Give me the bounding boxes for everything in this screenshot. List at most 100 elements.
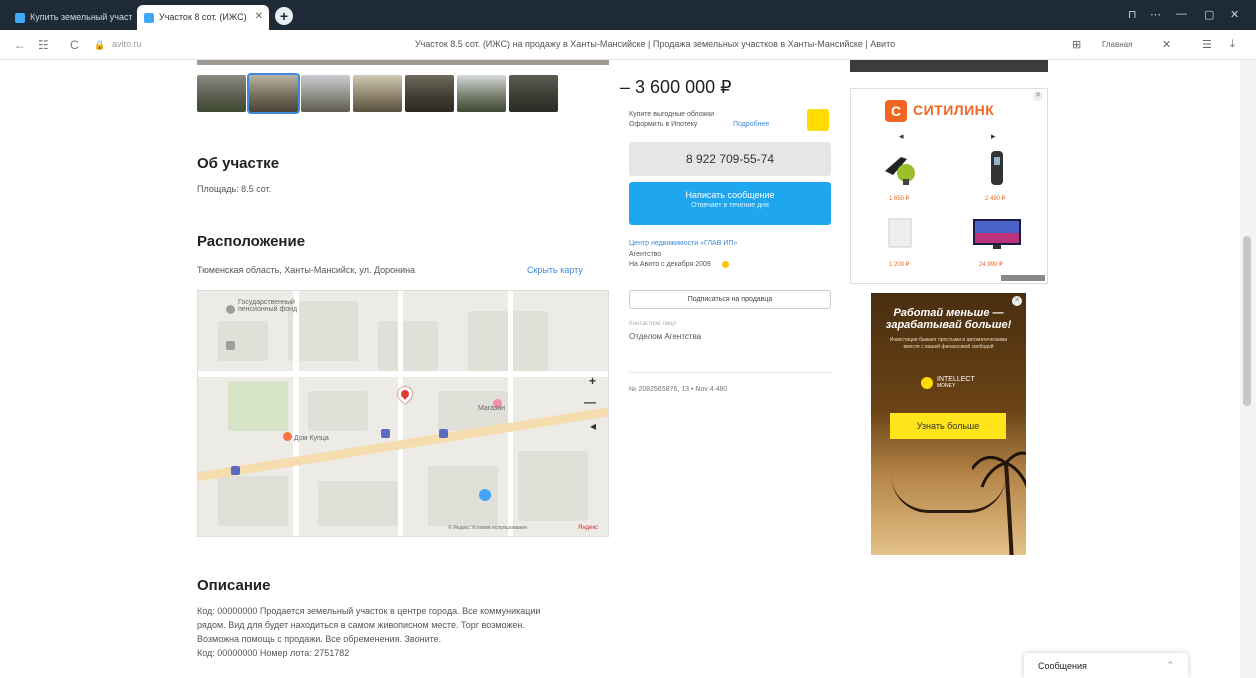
poi-icon — [226, 341, 235, 350]
brand-logo-icon — [921, 377, 933, 389]
listing-views: № 2082565876, 13 • Nov 4 480 — [629, 386, 728, 393]
pin-icon[interactable]: ⊓ — [1128, 8, 1137, 21]
address: Тюменская область, Ханты-Мансийск, ул. Д… — [197, 265, 416, 275]
product-price: 1 200 ₽ — [889, 262, 910, 268]
url-domain[interactable]: avito.ru — [112, 39, 142, 49]
seller-note: Оформить в Ипотеку — [629, 121, 698, 128]
about-title: Об участке — [197, 155, 280, 172]
messages-widget[interactable]: Сообщения ⌃ — [1024, 653, 1188, 678]
lock-icon: 🔒 — [94, 40, 106, 50]
intellect-money-ad[interactable]: ✕ Работай меньше — зарабатывай больше! И… — [871, 293, 1026, 555]
ad-body: Инвестиции бывают простыми и автоматичес… — [889, 337, 1008, 350]
geolocate-icon[interactable]: ◂ — [590, 419, 596, 433]
gallery-thumbnail[interactable] — [457, 75, 506, 112]
product-price: 24 990 ₽ — [979, 262, 1003, 268]
citilink-ad[interactable]: ✕ C СИТИЛИНК ◂ ▸ 1 650 ₽ 2 490 ₽ 1 200 ₽… — [850, 88, 1048, 284]
menu-icon[interactable]: ⋯ — [1150, 8, 1161, 21]
ad-headline-1: Работай меньше — — [893, 307, 1004, 319]
seller-type: Агентство — [629, 251, 662, 258]
gallery-image[interactable] — [197, 60, 609, 65]
messages-label: Сообщения — [1038, 661, 1087, 671]
product-price: 2 490 ₽ — [985, 196, 1006, 202]
subscribe-button[interactable]: Подписаться на продавца — [629, 290, 831, 309]
ad-brand: INTELLECT MONEY — [921, 375, 981, 393]
close-window-icon[interactable]: ✕ — [1230, 8, 1239, 21]
home-link[interactable]: Главная — [1102, 40, 1132, 49]
product-image[interactable] — [977, 149, 1017, 187]
poi-icon — [283, 432, 292, 441]
zoom-in-icon[interactable]: + — [589, 374, 596, 388]
tab-label: Участок 8 сот. (ИЖС) — [159, 12, 247, 22]
brand-name: INTELLECT MONEY — [937, 376, 975, 389]
map-label: Государственный пенсионный фонд — [238, 299, 298, 313]
map-label: Дом Купца — [294, 435, 329, 442]
citilink-brand: СИТИЛИНК — [913, 102, 995, 118]
write-message-button[interactable]: Написать сообщение Отвечает в течение дн… — [629, 182, 831, 225]
description-line: Код: 00000000 Номер лота: 2751782 — [197, 648, 350, 658]
address-bar: ← ☷ C 🔒 avito.ru Участок 8.5 сот. (ИЖС) … — [0, 30, 1256, 60]
page-content: Об участке Площадь: 8.5 сот. Расположени… — [0, 60, 1256, 678]
seller-since: На Авито с декабря 2009 — [629, 261, 711, 268]
map-brand[interactable]: Яндекс — [578, 525, 598, 531]
area-label: Площадь: 8.5 сот. — [197, 184, 272, 194]
download-icon[interactable]: ⤓ — [1230, 38, 1235, 51]
gallery-thumbnail[interactable] — [405, 75, 454, 112]
poi-icon — [479, 489, 491, 501]
ad-banner-top[interactable] — [850, 60, 1048, 72]
map-label: Магазин — [478, 405, 506, 412]
bus-stop-icon — [381, 429, 390, 438]
citilink-logo: C СИТИЛИНК — [885, 97, 1021, 123]
message-button-label: Написать сообщение — [685, 190, 775, 200]
browser-tab-active[interactable]: Участок 8 сот. (ИЖС) ✕ — [137, 5, 269, 30]
hamburger-icon[interactable]: ☰ — [1202, 38, 1212, 51]
extensions-icon[interactable]: ⊞ — [1072, 38, 1081, 51]
bus-stop-icon — [439, 429, 448, 438]
location-map[interactable]: Государственный пенсионный фонд Дом Купц… — [197, 290, 609, 537]
seller-link[interactable]: Центр недвижимости «ГЛАВ ИП» — [629, 240, 737, 247]
ad-cta-button[interactable]: Узнать больше — [890, 413, 1006, 439]
brand-name-sub: MONEY — [937, 383, 956, 389]
page-title: Участок 8.5 сот. (ИЖС) на продажу в Хант… — [414, 39, 896, 49]
contact-name: Отделом Агентства — [629, 332, 702, 341]
scrollbar-thumb[interactable] — [1243, 236, 1251, 406]
divider — [629, 372, 831, 373]
contact-label: Контактное лицо — [629, 321, 676, 327]
product-image[interactable] — [879, 149, 919, 187]
tab-label: Купить земельный участок — [30, 12, 132, 22]
tab-close-icon[interactable]: ✕ — [255, 11, 263, 22]
browser-tab[interactable]: Купить земельный участок — [8, 5, 132, 30]
new-tab-button[interactable]: + — [275, 7, 293, 25]
gallery-thumbnail[interactable] — [509, 75, 558, 112]
ad-close-icon[interactable]: ✕ — [1012, 296, 1022, 306]
toggle-map-link[interactable]: Скрыть карту — [527, 265, 583, 275]
maximize-icon[interactable]: ▢ — [1204, 8, 1214, 21]
location-title: Расположение — [197, 233, 306, 250]
zoom-out-icon[interactable]: — — [584, 395, 596, 409]
show-phone-button[interactable]: 8 922 709-55-74 — [629, 142, 831, 176]
gallery-thumbnail[interactable] — [247, 73, 300, 114]
tab-favicon-icon — [144, 13, 154, 23]
price-prefix: – — [620, 77, 631, 97]
gallery-thumbnail[interactable] — [353, 75, 402, 112]
gallery-thumbnail[interactable] — [197, 75, 246, 112]
browser-tabbar: Купить земельный участок Участок 8 сот. … — [0, 0, 1256, 30]
back-icon[interactable]: ← — [14, 38, 26, 52]
product-image[interactable] — [879, 215, 919, 253]
gallery-thumbnail[interactable] — [301, 75, 350, 112]
seller-note: Купите выгодные обложки — [629, 111, 715, 118]
more-link[interactable]: Подробнее — [733, 121, 769, 128]
price-value: 3 600 000 ₽ — [635, 77, 732, 97]
arrow-left-icon[interactable]: ◂ — [899, 131, 904, 142]
star-icon — [722, 261, 729, 268]
ad-attribution — [1001, 275, 1045, 281]
reload-icon[interactable]: C — [70, 38, 79, 52]
minimize-icon[interactable]: — — [1176, 8, 1187, 20]
ad-close-icon[interactable]: ✕ — [1033, 91, 1043, 101]
product-image[interactable] — [971, 215, 1023, 253]
arrow-right-icon[interactable]: ▸ — [991, 131, 996, 142]
close-icon[interactable]: ✕ — [1162, 38, 1171, 51]
poi-icon — [226, 305, 235, 314]
bookmarks-icon[interactable]: ☷ — [38, 38, 49, 52]
chevron-up-icon[interactable]: ⌃ — [1166, 660, 1174, 671]
map-copyright[interactable]: © Яндекс Условия использования — [448, 525, 527, 531]
